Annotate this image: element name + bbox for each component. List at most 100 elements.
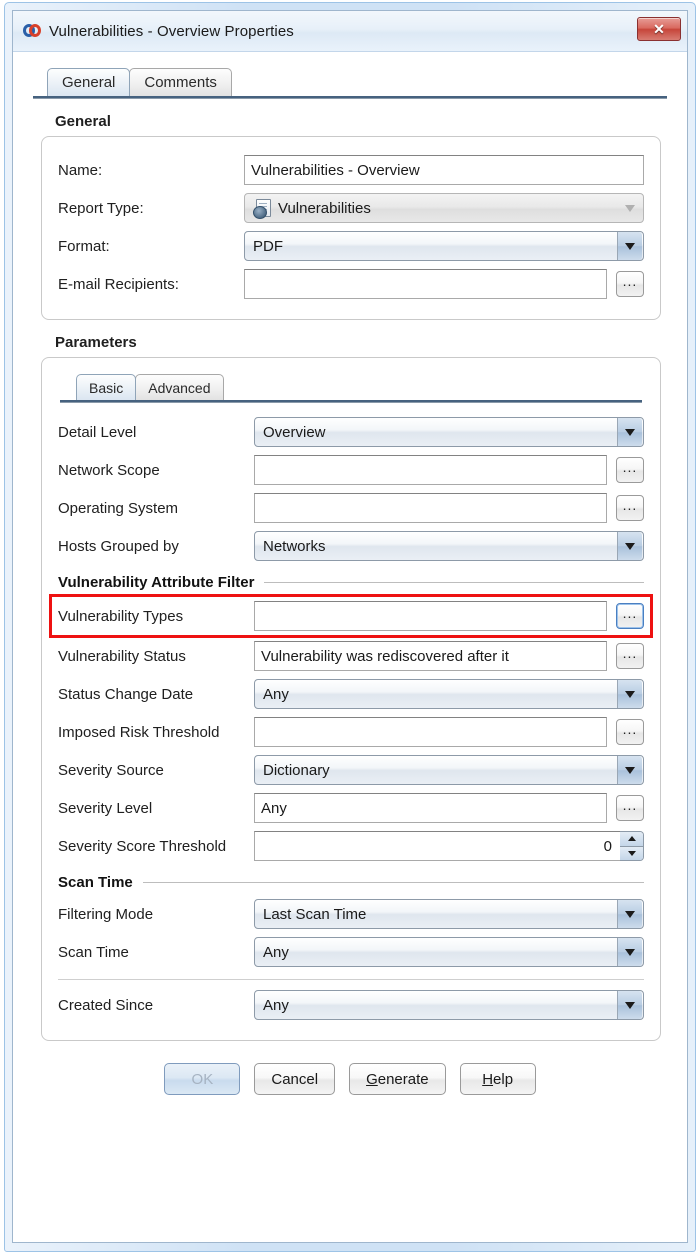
main-tab-underline [33,96,667,99]
severity-level-browse-button[interactable]: ... [616,795,644,821]
status-change-date-select[interactable]: Any [254,679,644,709]
vulnerability-types-input[interactable] [254,601,607,631]
chevron-down-icon [617,900,642,928]
main-tabstrip: General Comments [27,66,673,96]
detail-level-label: Detail Level [58,423,137,441]
dialog-content: General Comments General Name: Vulnerabi… [13,52,687,1242]
row-imposed-risk-threshold: Imposed Risk Threshold ... [58,713,644,751]
severity-score-threshold-stepper[interactable] [620,831,644,861]
parameters-tab-underline [60,400,642,403]
chevron-down-icon [617,680,642,708]
detail-level-select[interactable]: Overview [254,417,644,447]
ellipsis-icon: ... [622,458,638,475]
severity-level-input[interactable]: Any [254,793,607,823]
ellipsis-icon: ... [622,796,638,813]
row-detail-level: Detail Level Overview [58,413,644,451]
row-vulnerability-status: Vulnerability Status Vulnerability was r… [58,637,644,675]
row-severity-level: Severity Level Any ... [58,789,644,827]
imposed-risk-threshold-input[interactable] [254,717,607,747]
report-type-select: Vulnerabilities [244,193,644,223]
ok-button-label: OK [191,1070,214,1088]
imposed-risk-threshold-label: Imposed Risk Threshold [58,723,220,741]
vulnerability-status-browse-button[interactable]: ... [616,643,644,669]
vulnerability-types-browse-button[interactable]: ... [616,603,644,629]
row-format: Format: PDF [58,227,644,265]
scan-time-select[interactable]: Any [254,937,644,967]
vulnerability-attribute-filter-title: Vulnerability Attribute Filter [58,573,255,591]
network-scope-browse-button[interactable]: ... [616,457,644,483]
vulnerability-types-label: Vulnerability Types [58,607,184,625]
created-since-select[interactable]: Any [254,990,644,1020]
severity-score-threshold-input[interactable]: 0 [254,831,620,861]
divider [142,881,644,883]
tab-basic-label: Basic [89,379,124,396]
stepper-up-icon[interactable] [620,832,643,847]
network-scope-input[interactable] [254,455,607,485]
report-type-value: Vulnerabilities [278,199,371,217]
operating-system-label: Operating System [58,499,179,517]
format-select[interactable]: PDF [244,231,644,261]
severity-score-threshold-label: Severity Score Threshold [58,837,227,855]
hosts-grouped-by-label: Hosts Grouped by [58,537,179,555]
row-scan-time: Scan Time Any [58,933,644,971]
dialog-inner: Vulnerabilities - Overview Properties ✕ … [12,10,688,1243]
name-input[interactable]: Vulnerabilities - Overview [244,155,644,185]
tab-advanced-label: Advanced [148,379,211,396]
parameters-group-label: Parameters [55,334,137,351]
email-recipients-browse-button[interactable]: ... [616,271,644,297]
row-email-recipients: E-mail Recipients: ... [58,265,644,303]
format-value: PDF [253,237,283,255]
email-recipients-input[interactable] [244,269,607,299]
operating-system-browse-button[interactable]: ... [616,495,644,521]
severity-source-select[interactable]: Dictionary [254,755,644,785]
general-group-label: General [55,113,111,130]
vulnerability-status-label: Vulnerability Status [58,647,186,665]
chevron-down-icon [617,991,642,1019]
chevron-down-icon [617,232,642,260]
detail-level-value: Overview [263,423,326,441]
report-type-label: Report Type: [58,199,144,217]
row-name: Name: Vulnerabilities - Overview [58,151,644,189]
scan-time-label: Scan Time [58,943,129,961]
help-button[interactable]: Help [459,1063,536,1095]
dialog-footer: OK Cancel Generate Help [27,1041,673,1121]
tab-general-label: General [62,74,116,91]
ellipsis-icon: ... [622,720,638,737]
network-scope-label: Network Scope [58,461,160,479]
tab-basic[interactable]: Basic [76,374,137,400]
ok-button: OK [164,1063,241,1095]
chevron-down-icon [617,532,642,560]
row-status-change-date: Status Change Date Any [58,675,644,713]
imposed-risk-threshold-browse-button[interactable]: ... [616,719,644,745]
cancel-button[interactable]: Cancel [254,1063,336,1095]
created-since-value: Any [263,996,289,1014]
tab-advanced[interactable]: Advanced [135,374,224,400]
generate-button[interactable]: Generate [349,1063,446,1095]
row-vulnerability-types: Vulnerability Types ... [49,594,653,638]
stepper-down-icon[interactable] [620,846,643,860]
vulnerability-rings-icon [23,22,41,40]
ellipsis-icon: ... [622,272,638,289]
close-button[interactable]: ✕ [637,17,681,41]
created-since-label: Created Since [58,996,154,1014]
row-severity-score-threshold: Severity Score Threshold 0 [58,827,644,865]
scan-time-header: Scan Time [58,869,644,895]
severity-source-label: Severity Source [58,761,164,779]
filtering-mode-label: Filtering Mode [58,905,154,923]
row-report-type: Report Type: Vulnerabilities [58,189,644,227]
close-icon: ✕ [653,21,665,37]
hosts-grouped-by-select[interactable]: Networks [254,531,644,561]
chevron-down-icon [618,194,642,222]
title-bar: Vulnerabilities - Overview Properties ✕ [13,11,687,52]
filtering-mode-select[interactable]: Last Scan Time [254,899,644,929]
operating-system-input[interactable] [254,493,607,523]
vulnerability-status-input[interactable]: Vulnerability was rediscovered after it [254,641,607,671]
tab-general[interactable]: General [47,68,131,96]
divider [264,581,644,583]
dialog-window: Vulnerabilities - Overview Properties ✕ … [4,2,696,1252]
severity-level-label: Severity Level [58,799,153,817]
tab-comments[interactable]: Comments [129,68,232,96]
row-network-scope: Network Scope ... [58,451,644,489]
help-button-label: elp [493,1070,514,1088]
ellipsis-icon: ... [622,496,638,513]
